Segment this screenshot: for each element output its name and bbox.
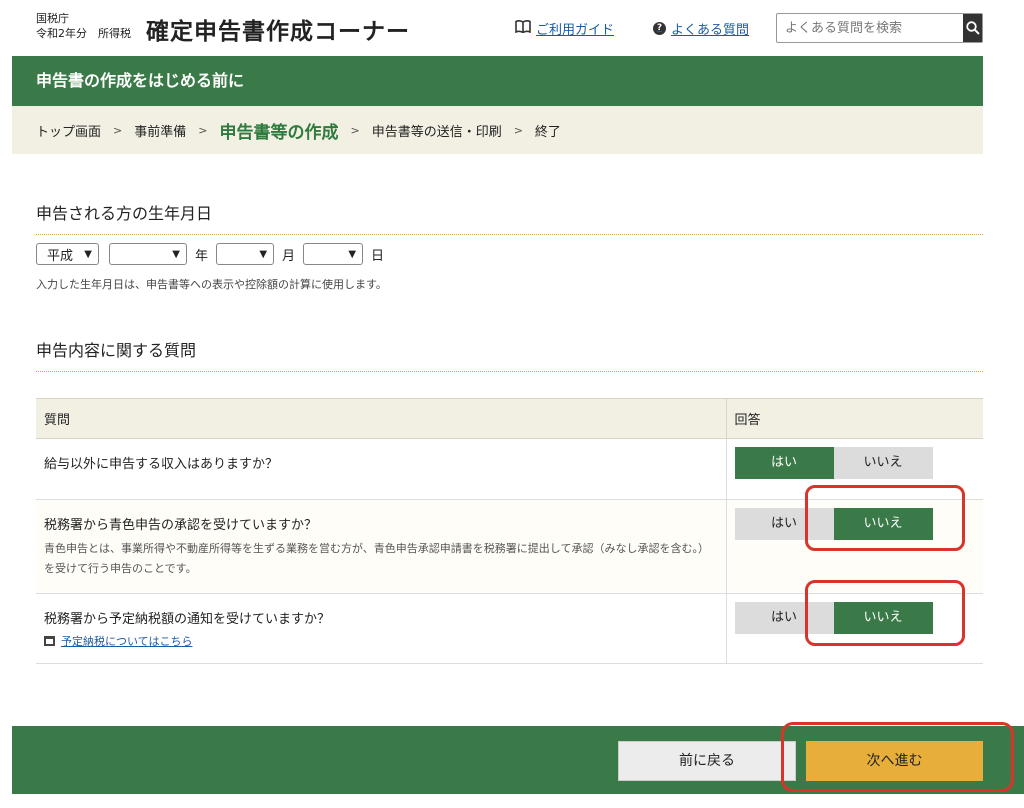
question-text: 税務署から予定納税額の通知を受けていますか？ — [44, 612, 331, 627]
chevron-right-icon: > — [350, 123, 360, 137]
step-top: トップ画面 — [36, 124, 102, 140]
day-unit: 日 — [371, 248, 385, 264]
search-button[interactable] — [963, 14, 982, 42]
question-cell: 税務署から青色申告の承認を受けていますか？ 青色申告とは、事業所得や不動産所得等… — [36, 499, 726, 594]
question-text: 税務署から青色申告の承認を受けていますか？ — [44, 518, 318, 533]
search-icon — [965, 21, 980, 35]
book-icon — [515, 20, 531, 37]
questions-heading: 申告内容に関する質問 — [36, 337, 983, 372]
chevron-down-icon: ▼ — [348, 248, 357, 260]
back-button[interactable]: 前に戻る — [618, 741, 796, 781]
chevron-right-icon: > — [198, 123, 208, 137]
question-note: 青色申告とは、事業所得や不動産所得等を生ずる業務を営む方が、青色申告承認申請書を… — [44, 542, 709, 575]
year-select[interactable]: ▼ — [109, 243, 187, 265]
day-select[interactable]: ▼ — [303, 243, 364, 265]
search-input[interactable] — [777, 14, 963, 42]
faq-link[interactable]: ? よくある質問 — [653, 19, 749, 38]
annotation-highlight — [805, 485, 965, 551]
birthdate-note: 入力した生年月日は、申告書等への表示や控除額の計算に使用します。 — [36, 278, 387, 291]
chevron-down-icon: ▼ — [172, 248, 180, 260]
annotation-highlight — [805, 580, 965, 646]
site-title: 確定申告書作成コーナー — [146, 19, 410, 45]
table-header: 質問 回答 — [36, 398, 983, 439]
month-select[interactable]: ▼ — [216, 243, 275, 265]
chevron-right-icon: > — [513, 123, 523, 137]
yes-no-toggle: はい いいえ — [734, 447, 984, 479]
chevron-right-icon: > — [113, 123, 123, 137]
guide-link-label[interactable]: ご利用ガイド — [536, 19, 614, 38]
birthdate-heading: 申告される方の生年月日 — [36, 200, 983, 235]
step-preparation: 事前準備 — [134, 124, 187, 140]
answer-column-header: 回答 — [725, 398, 983, 439]
step-send-print: 申告書等の送信・印刷 — [371, 124, 502, 140]
annotation-highlight — [781, 722, 1014, 792]
era-select[interactable]: 平成 ▼ — [36, 243, 99, 265]
era-value: 平成 — [47, 248, 74, 264]
agency-name: 国税庁 — [36, 12, 69, 25]
question-cell: 給与以外に申告する収入はありますか？ — [36, 438, 726, 500]
tax-year: 令和2年分 所得税 — [36, 27, 131, 40]
step-current: 申告書等の作成 — [219, 122, 339, 143]
new-window-icon — [44, 636, 55, 646]
question-cell: 税務署から予定納税額の通知を受けていますか？ 予定納税についてはこちら — [36, 593, 726, 664]
question-column-header: 質問 — [36, 398, 726, 439]
year-unit: 年 — [195, 248, 209, 264]
question-icon: ? — [653, 22, 666, 35]
page: 国税庁 令和2年分 所得税 確定申告書作成コーナー ご利用ガイド ? よくある質… — [0, 0, 1024, 808]
step-breadcrumb: トップ画面 > 事前準備 > 申告書等の作成 > 申告書等の送信・印刷 > 終了 — [12, 106, 983, 154]
prepayment-link-label[interactable]: 予定納税についてはこちら — [61, 633, 192, 649]
page-banner: 申告書の作成をはじめる前に — [12, 56, 983, 106]
yes-button[interactable]: はい — [734, 447, 834, 479]
question-text: 給与以外に申告する収入はありますか？ — [44, 457, 279, 472]
chevron-down-icon: ▼ — [84, 248, 92, 260]
faq-search — [776, 13, 983, 43]
faq-link-label[interactable]: よくある質問 — [671, 19, 749, 38]
agency-label: 国税庁 令和2年分 所得税 — [36, 11, 131, 41]
site-header: 国税庁 令和2年分 所得税 確定申告書作成コーナー ご利用ガイド ? よくある質… — [0, 0, 1024, 56]
guide-link[interactable]: ご利用ガイド — [515, 19, 614, 38]
step-finish: 終了 — [534, 124, 561, 140]
birthdate-fields: 平成 ▼ ▼ 年 ▼ 月 ▼ 日 — [36, 243, 392, 265]
prepayment-link[interactable]: 予定納税についてはこちら — [44, 633, 718, 649]
chevron-down-icon: ▼ — [259, 248, 268, 260]
month-unit: 月 — [282, 248, 296, 264]
no-button[interactable]: いいえ — [833, 447, 933, 479]
